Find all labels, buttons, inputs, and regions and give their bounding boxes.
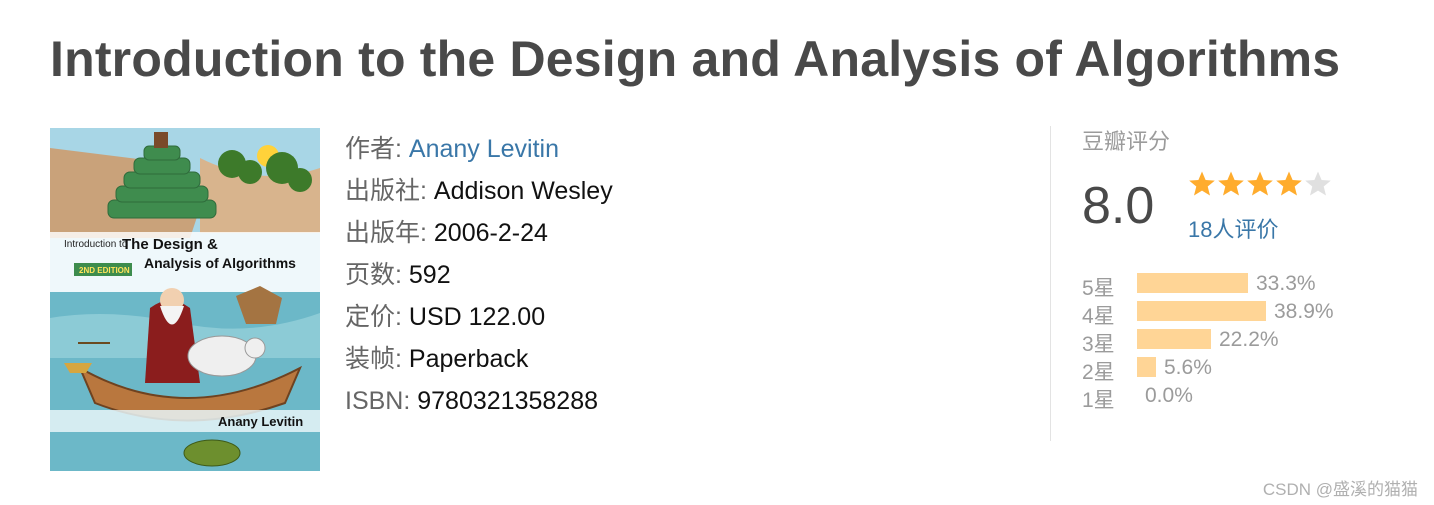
info-key: 出版社: bbox=[345, 177, 427, 205]
info-row: 出版社: Addison Wesley bbox=[345, 170, 613, 212]
rating-score: 8.0 bbox=[1082, 177, 1155, 235]
info-row: 装帧: Paperback bbox=[345, 338, 613, 380]
rating-bar-row: 3星 22.2% bbox=[1082, 326, 1382, 356]
rating-bar-percent: 22.2% bbox=[1219, 328, 1279, 351]
cover-illustration: Introduction to The Design & 2ND EDITION… bbox=[50, 128, 320, 471]
rating-bar-row: 5星 33.3% bbox=[1082, 270, 1382, 300]
info-value: USD 122.00 bbox=[408, 303, 546, 331]
info-key: 页数: bbox=[345, 261, 402, 289]
rating-stars bbox=[1188, 170, 1332, 198]
rating-bar-percent: 0.0% bbox=[1145, 384, 1193, 407]
info-value: 592 bbox=[408, 261, 451, 289]
watermark: CSDN @盛溪的猫猫 bbox=[1262, 480, 1418, 499]
info-value: 2006-2-24 bbox=[433, 219, 548, 247]
rating-bar-percent: 5.6% bbox=[1164, 356, 1212, 379]
info-row: ISBN: 9780321358288 bbox=[345, 380, 613, 422]
star-filled-icon bbox=[1189, 171, 1215, 196]
rating-count-link[interactable]: 18人评价 bbox=[1188, 212, 1278, 244]
star-filled-icon bbox=[1218, 171, 1244, 196]
star-filled-icon bbox=[1276, 171, 1302, 196]
info-value: 9780321358288 bbox=[417, 387, 598, 415]
rating-panel: 豆瓣评分 8.0 18人评价 5星 33.3% 4星 38.9% 3星 22.2% 2星 5.… bbox=[1082, 124, 1334, 412]
rating-label: 豆瓣评分 bbox=[1082, 129, 1171, 154]
book-cover-image[interactable]: Introduction to The Design & 2ND EDITION… bbox=[50, 128, 320, 471]
author-link[interactable]: Anany Levitin bbox=[409, 135, 559, 163]
rating-bar-row: 4星 38.9% bbox=[1082, 298, 1382, 328]
cover-title-line1: The Design & bbox=[122, 236, 218, 253]
info-row: 页数: 592 bbox=[345, 254, 613, 296]
rating-bar-percent: 33.3% bbox=[1256, 272, 1316, 295]
info-value: Addison Wesley bbox=[433, 177, 613, 205]
info-key: ISBN: bbox=[345, 387, 411, 415]
cover-edition: 2ND EDITION bbox=[79, 266, 130, 275]
rating-bar-fill bbox=[1137, 273, 1248, 293]
star-filled-icon bbox=[1247, 171, 1273, 196]
rating-distribution: 5星 33.3% 4星 38.9% 3星 22.2% 2星 5.6% 1星 0.0% bbox=[1082, 270, 1382, 412]
star-empty-icon bbox=[1305, 171, 1331, 196]
book-info: 作者: Anany Levitin 出版社: Addison Wesley 出版年:… bbox=[345, 128, 613, 422]
info-key: 出版年: bbox=[345, 219, 427, 247]
rating-bar-percent: 38.9% bbox=[1274, 300, 1334, 323]
info-key: 装帧: bbox=[345, 345, 402, 373]
info-row: 出版年: 2006-2-24 bbox=[345, 212, 613, 254]
rating-bar-row: 2星 5.6% bbox=[1082, 354, 1382, 384]
cover-top-line: Introduction to bbox=[64, 239, 128, 250]
info-value: Paperback bbox=[408, 345, 529, 373]
rating-bar-row: 1星 0.0% bbox=[1082, 382, 1382, 412]
rating-bar-fill bbox=[1137, 357, 1156, 377]
info-row: 定价: USD 122.00 bbox=[345, 296, 613, 338]
rating-bar-label: 1星 bbox=[1082, 389, 1115, 412]
info-key: 定价: bbox=[345, 303, 402, 331]
cover-title-line2: Analysis of Algorithms bbox=[144, 255, 296, 271]
rating-bar-fill bbox=[1137, 301, 1266, 321]
info-key: 作者: bbox=[345, 135, 402, 163]
info-row: 作者: Anany Levitin bbox=[345, 128, 613, 170]
divider bbox=[1050, 126, 1051, 441]
rating-bar-fill bbox=[1137, 329, 1211, 349]
page-title: Introduction to the Design and Analysis … bbox=[50, 31, 1341, 87]
cover-author: Anany Levitin bbox=[218, 414, 303, 429]
